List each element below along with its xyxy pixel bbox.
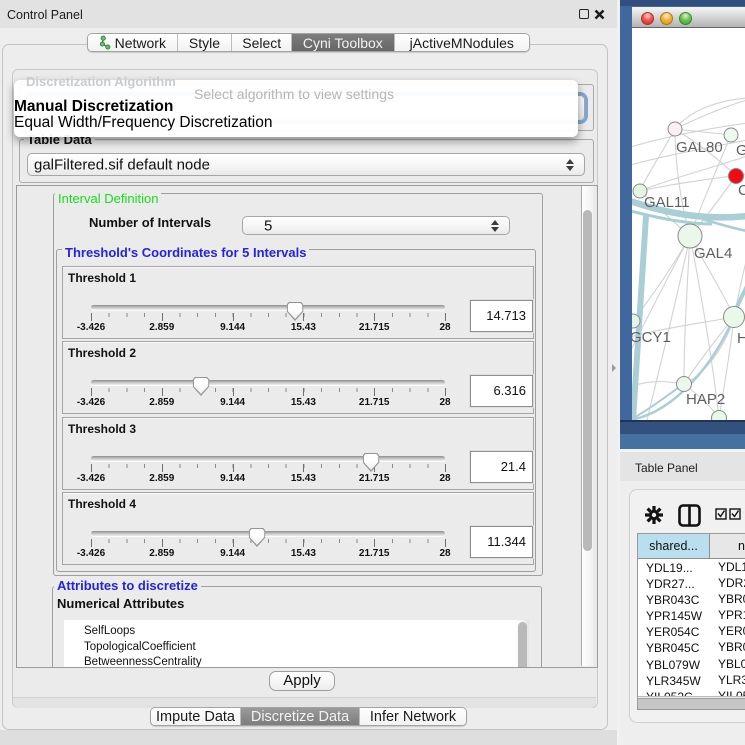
- svg-text:GAL4: GAL4: [694, 245, 732, 262]
- svg-text:CD: CD: [738, 182, 745, 199]
- svg-text:GA: GA: [736, 142, 745, 159]
- svg-text:HA: HA: [737, 330, 745, 347]
- svg-text:GAL11: GAL11: [644, 194, 690, 211]
- svg-text:GAL80: GAL80: [676, 139, 723, 156]
- svg-text:HAP2: HAP2: [686, 391, 725, 408]
- svg-text:GCY1: GCY1: [632, 329, 671, 346]
